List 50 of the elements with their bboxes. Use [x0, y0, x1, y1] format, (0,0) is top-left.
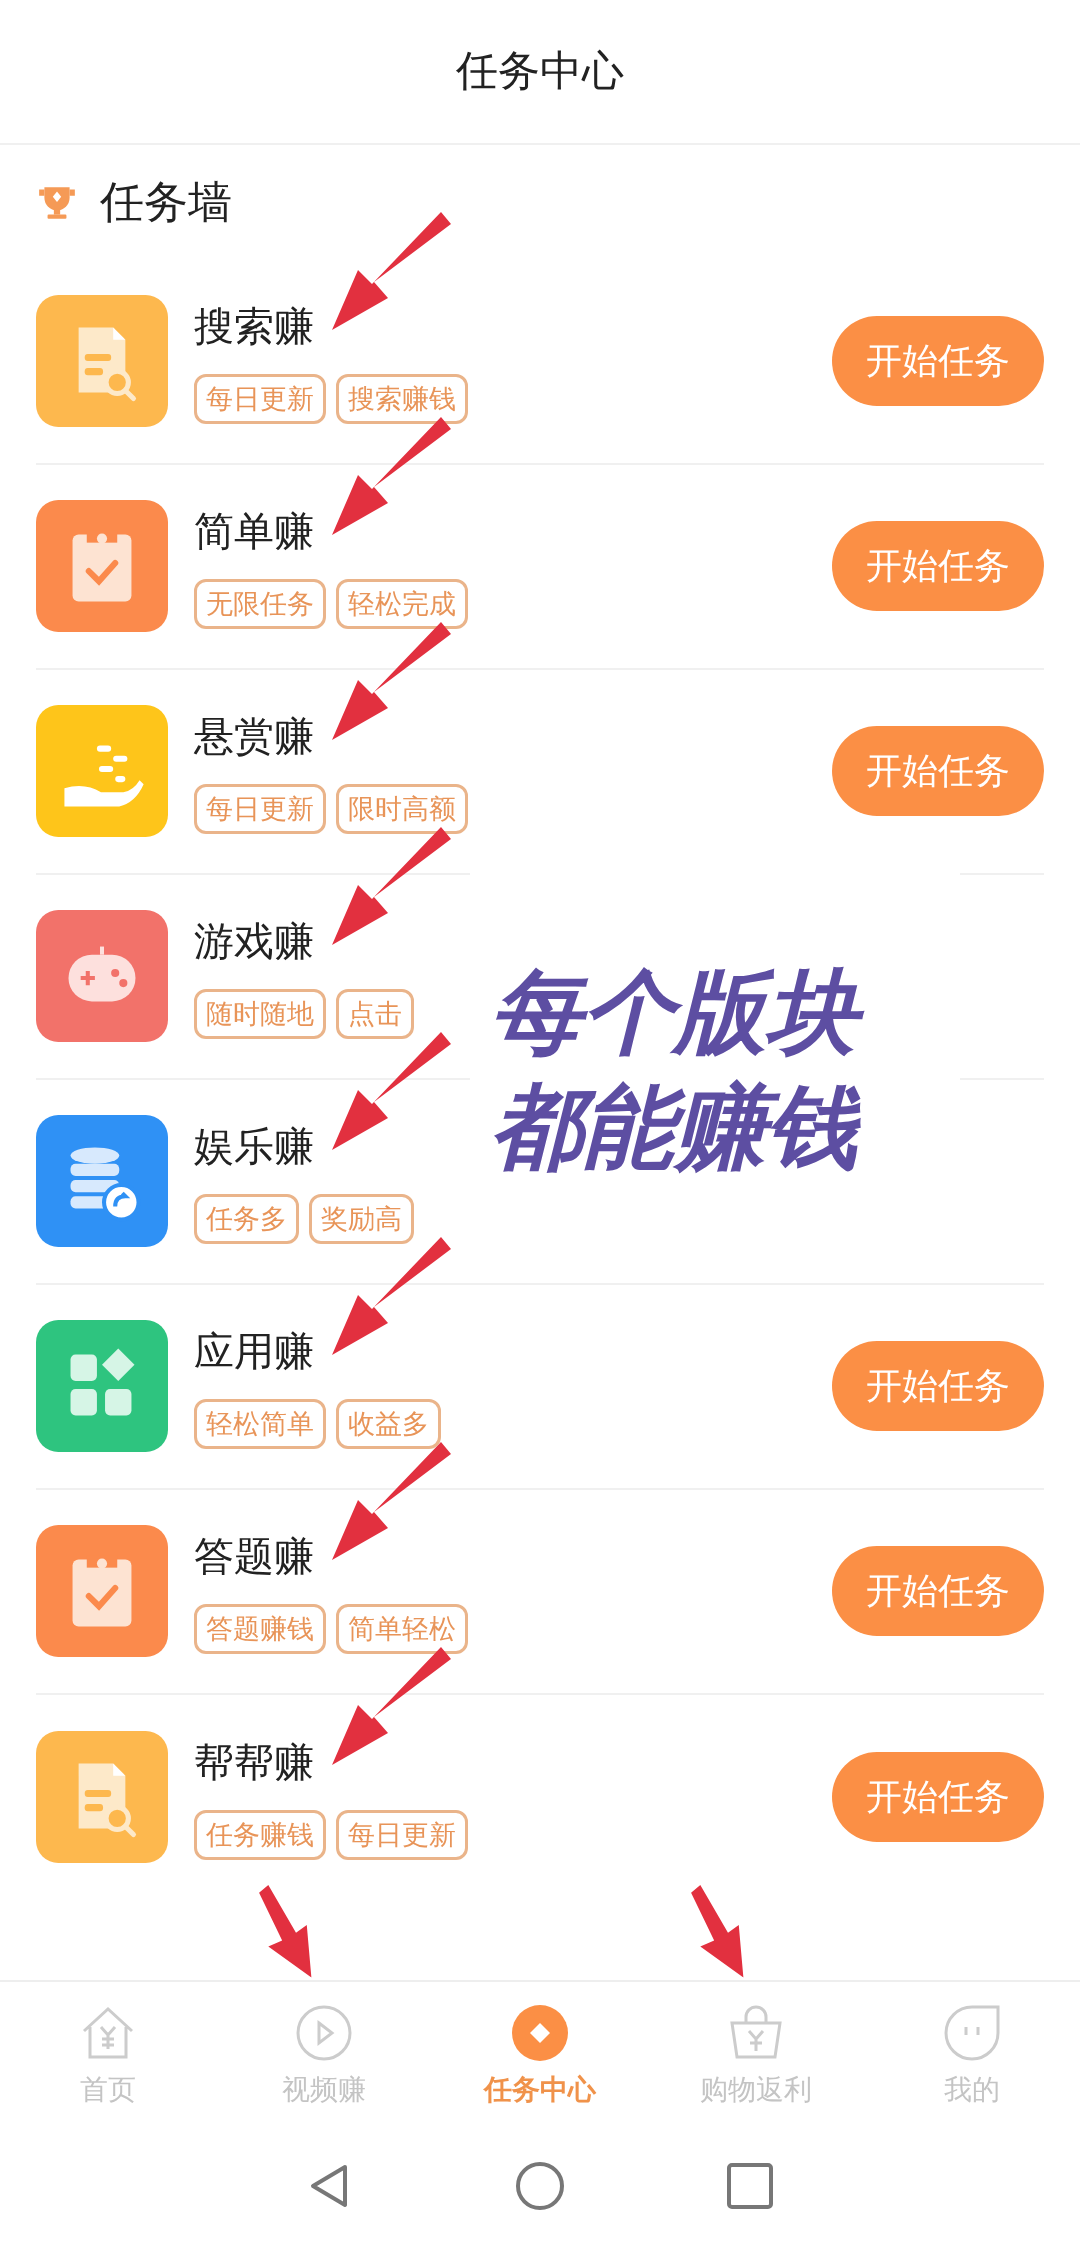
task-tag: 奖励高 [309, 1193, 414, 1244]
task-title: 简单赚 [194, 506, 314, 556]
app-grid-icon [36, 1320, 168, 1452]
task-tag: 轻松简单 [194, 1398, 326, 1449]
task-tag: 简单轻松 [336, 1603, 468, 1654]
gamepad-icon [36, 910, 168, 1042]
recents-icon[interactable] [725, 2161, 775, 2212]
clipboard-check-icon [36, 500, 168, 632]
tab-item[interactable]: 首页 [0, 1981, 216, 2132]
tab-item[interactable]: 购物返利 [648, 1981, 864, 2132]
task-tag: 搜索赚钱 [336, 373, 468, 424]
page-title: 任务中心 [456, 45, 624, 98]
task-title: 游戏赚 [194, 916, 314, 966]
home-circle-icon[interactable] [515, 2161, 565, 2212]
database-icon [36, 1115, 168, 1247]
task-tag: 任务赚钱 [194, 1809, 326, 1860]
start-task-button[interactable]: 开始任务 [832, 1341, 1044, 1431]
document-search-icon [36, 1731, 168, 1863]
tab-item[interactable]: 视频赚 [216, 1981, 432, 2132]
start-task-button[interactable]: 开始任务 [832, 1752, 1044, 1842]
section-title: 任务墙 [100, 174, 232, 229]
task-tag: 收益多 [336, 1398, 441, 1449]
tab-item[interactable]: 我的 [864, 1981, 1080, 2132]
task-tag: 每日更新 [336, 1809, 468, 1860]
start-task-button[interactable]: 开始任务 [832, 726, 1044, 816]
task-tag: 轻松完成 [336, 578, 468, 629]
task-title: 答题赚 [194, 1531, 314, 1581]
document-search-icon [36, 295, 168, 427]
task-title: 搜索赚 [194, 301, 314, 351]
diamond-coin-icon [510, 2003, 570, 2064]
task-title: 悬赏赚 [194, 711, 314, 761]
clipboard-check-icon [36, 1525, 168, 1657]
annotation-text: 都能赚钱 [490, 1069, 960, 1185]
hand-coins-icon [36, 705, 168, 837]
task-tag: 任务多 [194, 1193, 299, 1244]
task-tag: 点击 [336, 988, 414, 1039]
start-task-button[interactable]: 开始任务 [832, 521, 1044, 611]
task-tag: 答题赚钱 [194, 1603, 326, 1654]
task-tag: 无限任务 [194, 578, 326, 629]
task-title: 应用赚 [194, 1326, 314, 1376]
task-title: 帮帮赚 [194, 1737, 314, 1787]
task-tag: 每日更新 [194, 373, 326, 424]
task-tag: 限时高额 [336, 783, 468, 834]
task-tag: 每日更新 [194, 783, 326, 834]
start-task-button[interactable]: 开始任务 [832, 316, 1044, 406]
annotation-text: 每个版块 [490, 954, 960, 1070]
task-tag: 随时随地 [194, 988, 326, 1039]
task-title: 娱乐赚 [194, 1121, 314, 1171]
start-task-button[interactable]: 开始任务 [832, 1546, 1044, 1636]
tab-item[interactable]: 任务中心 [432, 1981, 648, 2132]
